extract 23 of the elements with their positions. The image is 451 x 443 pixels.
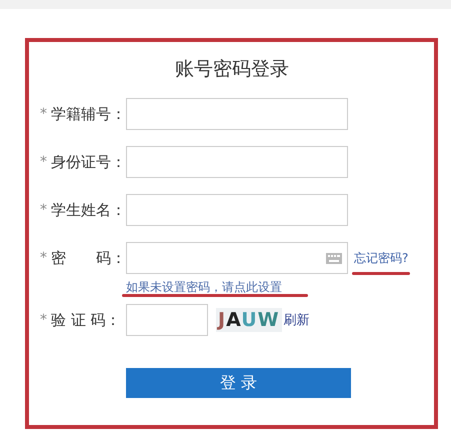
field-label: 学籍辅号： [51, 104, 126, 124]
required-mark: * [40, 154, 47, 170]
field-label: 学生姓名： [51, 200, 126, 220]
required-mark: * [40, 312, 47, 328]
required-mark: * [40, 106, 47, 122]
password-field[interactable] [126, 242, 348, 274]
keyboard-icon[interactable] [326, 252, 342, 264]
forgot-password-link[interactable]: 忘记密码? [354, 250, 408, 266]
input-field[interactable] [126, 194, 348, 226]
captcha-field[interactable] [126, 304, 208, 336]
refresh-link[interactable]: 刷新 [284, 311, 310, 329]
underline-mark [352, 272, 410, 274]
required-mark: * [40, 250, 47, 266]
field-label: 密 码： [51, 248, 126, 268]
form-title: 账号密码登录 [174, 57, 290, 82]
required-mark: * [40, 202, 47, 218]
set-password-link[interactable]: 如果未设置密码，请点此设置 [126, 280, 282, 294]
field-label: 身份证号： [51, 152, 126, 172]
captcha-image: JAUW [216, 308, 282, 332]
input-field[interactable] [126, 98, 348, 130]
input-field[interactable] [126, 146, 348, 178]
field-label: 验 证 码： [51, 310, 121, 330]
login-button[interactable]: 登 录 [126, 368, 351, 398]
